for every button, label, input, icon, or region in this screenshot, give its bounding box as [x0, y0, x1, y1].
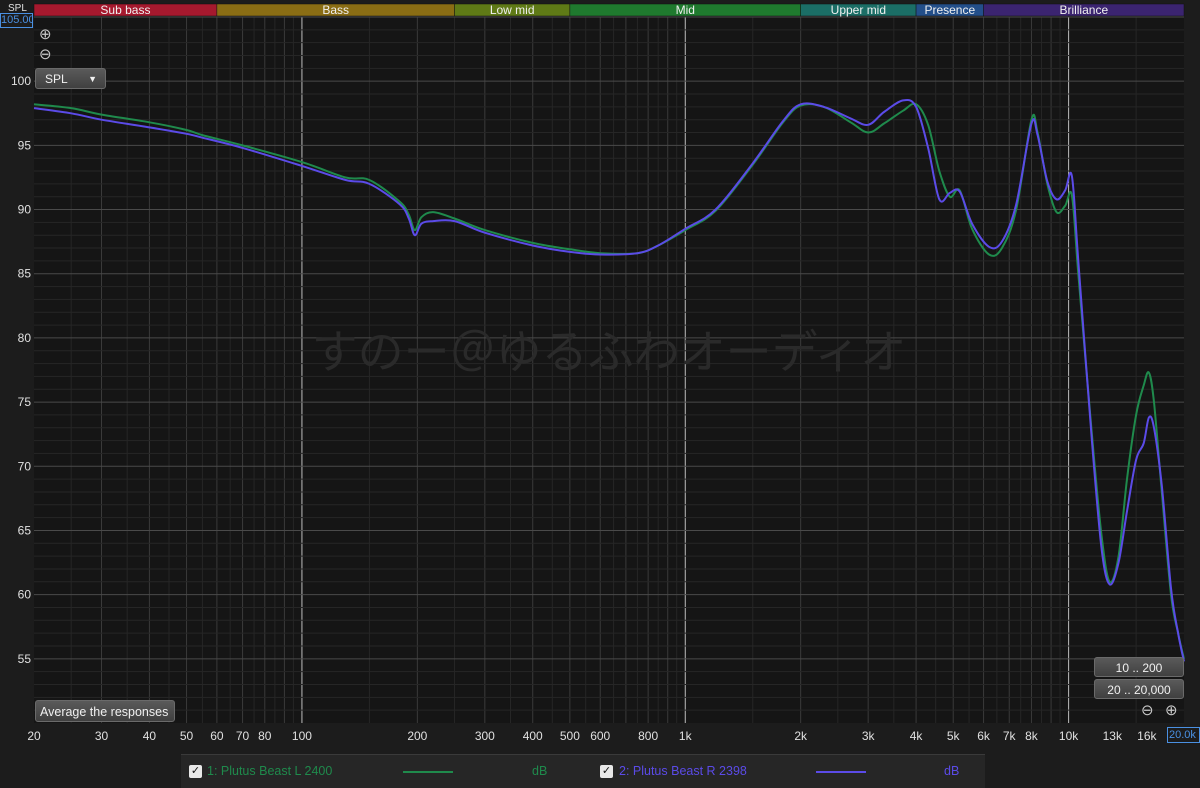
spl-dropdown[interactable]: SPL ▼	[35, 68, 106, 89]
frequency-response-chart: Sub bass Bass Low mid Mid Upper mid Presence B…	[11, 3, 1185, 743]
x-zoom-out-icon[interactable]: ⊖	[1141, 703, 1154, 718]
x-tick-label: 13k	[1103, 729, 1123, 743]
band-label: Presence	[924, 3, 975, 17]
x-tick-label: 4k	[910, 729, 924, 743]
y-tick-label: 65	[18, 523, 32, 537]
x-tick-label: 200	[407, 729, 427, 743]
x-tick-label: 5k	[947, 729, 961, 743]
legend-label-1: 1: Plutus Beast L 2400	[207, 764, 333, 778]
x-tick-label: 600	[590, 729, 610, 743]
band-label: Mid	[676, 3, 695, 17]
legend-line-1	[403, 771, 453, 773]
chevron-down-icon: ▼	[88, 74, 97, 84]
x-tick-label: 100	[292, 729, 312, 743]
x-tick-label: 10k	[1059, 729, 1079, 743]
x-tick-label: 3k	[862, 729, 876, 743]
y-tick-label: 90	[18, 203, 32, 217]
x-tick-label: 7k	[1003, 729, 1017, 743]
checkbox-checked-icon[interactable]: ✓	[189, 765, 202, 778]
x-tick-label: 40	[143, 729, 157, 743]
x-tick-label: 50	[180, 729, 194, 743]
band-label: Brilliance	[1059, 3, 1108, 17]
legend-unit-2: dB	[944, 764, 960, 778]
y-tick-label: 55	[18, 652, 32, 666]
y-tick-label: 95	[18, 138, 32, 152]
y-tick-label: 100	[11, 74, 31, 88]
y-tick-label: 80	[18, 331, 32, 345]
range-10-200-button[interactable]: 10 .. 200	[1094, 657, 1184, 677]
x-tick-label: 70	[236, 729, 250, 743]
x-axis-ticks: 20 30 40 50 60 70 80 100 200 300 400 500 600 800 1k 2k 3…	[27, 729, 1157, 743]
x-tick-label: 400	[523, 729, 543, 743]
x-tick-label: 60	[210, 729, 224, 743]
average-responses-button[interactable]: Average the responses	[35, 700, 175, 722]
x-tick-label: 500	[560, 729, 580, 743]
x-tick-label: 6k	[977, 729, 991, 743]
legend-label-2: 2: Plutus Beast R 2398	[619, 764, 747, 778]
y-tick-label: 85	[18, 267, 32, 281]
x-tick-label: 2k	[794, 729, 808, 743]
frequency-bands: Sub bass Bass Low mid Mid Upper mid Presence B…	[33, 3, 1185, 17]
x-tick-label: 300	[475, 729, 495, 743]
x-tick-label: 1k	[679, 729, 693, 743]
checkbox-checked-icon[interactable]: ✓	[600, 765, 613, 778]
y-tick-label: 60	[18, 588, 32, 602]
x-zoom-in-icon[interactable]: ⊕	[1165, 703, 1178, 718]
zoom-in-icon[interactable]: ⊕	[39, 27, 52, 42]
x-tick-label: 30	[95, 729, 109, 743]
y-tick-label: 70	[18, 459, 32, 473]
spl-dropdown-label: SPL	[45, 72, 68, 86]
x-max-input[interactable]: 20.0k	[1167, 727, 1200, 743]
y-tick-label: 75	[18, 395, 32, 409]
x-tick-label: 8k	[1025, 729, 1039, 743]
y-axis-ticks: 55 60 65 70 75 80 85 90 95 100	[11, 74, 31, 666]
range-20-20000-button[interactable]: 20 .. 20,000	[1094, 679, 1184, 699]
x-tick-label: 80	[258, 729, 272, 743]
watermark: すのー＠ゆるふわオーディオ	[312, 325, 907, 379]
legend-line-2	[816, 771, 866, 773]
band-label: Low mid	[490, 3, 535, 17]
y-max-input[interactable]: 105.00	[0, 13, 33, 28]
x-tick-label: 16k	[1137, 729, 1157, 743]
zoom-out-icon[interactable]: ⊖	[39, 47, 52, 62]
band-label: Sub bass	[100, 3, 150, 17]
band-label: Bass	[322, 3, 349, 17]
legend: ✓ 1: Plutus Beast L 2400 dB ✓ 2: Plutus …	[181, 754, 985, 788]
band-label: Upper mid	[831, 3, 886, 17]
legend-unit-1: dB	[532, 764, 548, 778]
x-tick-label: 20	[27, 729, 41, 743]
x-tick-label: 800	[638, 729, 658, 743]
